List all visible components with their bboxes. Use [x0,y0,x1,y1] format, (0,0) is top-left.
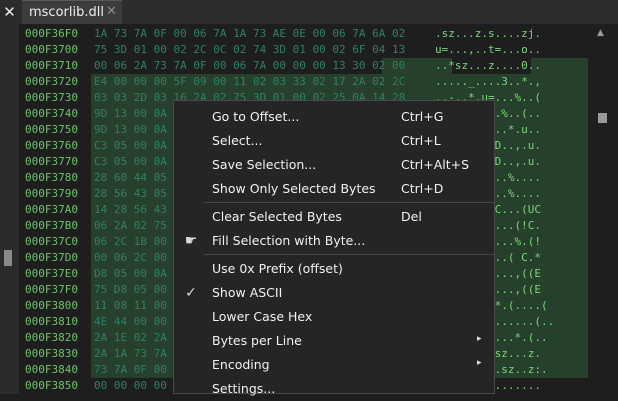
offset-address: 000F3790 [25,187,78,200]
left-panel-strip: ✕ [0,0,19,394]
menu-item-label: Clear Selected Bytes [212,209,342,224]
menu-item-fill-selection[interactable]: ☛ Fill Selection with Byte... [174,229,494,253]
hex-row[interactable]: 000F36F0 1A 73 7A 0F 00 06 7A 1A 73 AE 0E… [19,26,590,42]
menu-item-label: Use 0x Prefix (offset) [212,261,343,276]
offset-address: 000F3810 [25,315,78,328]
menu-item-label: Go to Offset... [212,109,300,124]
offset-address: 000F37E0 [25,267,78,280]
offset-address: 000F37B0 [25,219,78,232]
menu-item-encoding[interactable]: Encoding ▸ [174,353,494,377]
hand-pointer-icon: ☛ [184,233,198,249]
submenu-arrow-icon: ▸ [477,334,482,344]
menu-item-use-0x-prefix[interactable]: Use 0x Prefix (offset) [174,257,494,281]
menu-item-label: Save Selection... [212,157,317,172]
offset-address: 000F3700 [25,43,78,56]
offset-address: 000F3740 [25,107,78,120]
offset-address: 000F3800 [25,299,78,312]
left-scrollbar-thumb[interactable] [4,250,12,266]
menu-item-label: Fill Selection with Byte... [212,233,366,248]
menu-item-label: Show Only Selected Bytes [212,181,376,196]
vertical-scrollbar[interactable]: ▲ [590,25,618,394]
offset-address: 000F3710 [25,59,78,72]
ascii-text[interactable]: ..*sz...z....0.. [435,58,541,74]
close-icon[interactable]: ✕ [0,2,19,22]
ascii-text[interactable]: .sz...z.s....zj. [435,26,541,42]
ascii-text[interactable]: u=...,..t=...o.. [435,42,541,58]
hex-row[interactable]: 000F3710 00 06 2A 73 7A 0F 00 06 7A 00 00… [19,58,590,74]
menu-item-label: Select... [212,133,263,148]
tab-mscorlib[interactable]: mscorlib.dll ✕ [22,0,122,24]
menu-separator [204,254,494,255]
offset-address: 000F37A0 [25,203,78,216]
tab-title: mscorlib.dll [29,5,104,20]
offset-address: 000F3760 [25,139,78,152]
offset-address: 000F3780 [25,171,78,184]
menu-item-label: Bytes per Line [212,333,302,348]
offset-address: 000F3770 [25,155,78,168]
menu-item-go-to-offset[interactable]: Go to Offset... Ctrl+G [174,105,494,129]
offset-address: 000F36F0 [25,27,78,40]
tab-close-icon[interactable]: ✕ [106,4,117,19]
offset-address: 000F3820 [25,331,78,344]
offset-address: 000F37D0 [25,251,78,264]
menu-item-bytes-per-line[interactable]: Bytes per Line ▸ [174,329,494,353]
hex-bytes[interactable]: 00 06 2A 73 7A 0F 00 06 7A 00 00 00 13 3… [94,58,405,74]
menu-item-show-ascii[interactable]: ✓ Show ASCII [174,281,494,305]
scrollbar-thumb[interactable] [598,113,607,123]
menu-separator [204,202,494,203]
menu-item-label: Lower Case Hex [212,309,313,324]
offset-address: 000F37F0 [25,283,78,296]
scroll-up-arrow-icon[interactable]: ▲ [597,28,604,38]
ascii-text[interactable]: ....._....3..*., [435,74,541,90]
menu-item-shortcut: Ctrl+D [401,181,444,196]
menu-item-shortcut: Ctrl+G [401,109,444,124]
menu-item-show-only-selected[interactable]: Show Only Selected Bytes Ctrl+D [174,177,494,201]
checkmark-icon: ✓ [185,285,197,301]
hex-row[interactable]: 000F3720 E4 00 00 00 5F 09 00 11 02 03 33… [19,74,590,90]
menu-item-label: Encoding [212,357,270,372]
menu-item-select[interactable]: Select... Ctrl+L [174,129,494,153]
hex-bytes[interactable]: E4 00 00 00 5F 09 00 11 02 03 33 02 17 2… [94,74,405,90]
menu-item-shortcut: Del [401,209,422,224]
menu-item-label: Show ASCII [212,285,283,300]
offset-address: 000F3750 [25,123,78,136]
menu-item-save-selection[interactable]: Save Selection... Ctrl+Alt+S [174,153,494,177]
offset-address: 000F3850 [25,379,78,392]
offset-address: 000F37C0 [25,235,78,248]
menu-item-clear-selected[interactable]: Clear Selected Bytes Del [174,205,494,229]
menu-item-shortcut: Ctrl+L [401,133,441,148]
menu-item-settings[interactable]: Settings... [174,377,494,401]
menu-item-lower-case-hex[interactable]: Lower Case Hex [174,305,494,329]
offset-address: 000F3840 [25,363,78,376]
hex-row[interactable]: 000F3700 75 3D 01 00 02 2C 0C 02 74 3D 01… [19,42,590,58]
offset-address: 000F3720 [25,75,78,88]
offset-address: 000F3730 [25,91,78,104]
submenu-arrow-icon: ▸ [477,358,482,368]
hex-bytes[interactable]: 1A 73 7A 0F 00 06 7A 1A 73 AE 0E 00 06 7… [94,26,405,42]
context-menu: Go to Offset... Ctrl+G Select... Ctrl+L … [173,100,495,396]
menu-item-shortcut: Ctrl+Alt+S [401,157,470,172]
offset-address: 000F3830 [25,347,78,360]
tab-bar: mscorlib.dll ✕ [19,0,618,24]
hex-bytes[interactable]: 75 3D 01 00 02 2C 0C 02 74 3D 01 00 02 6… [94,42,405,58]
